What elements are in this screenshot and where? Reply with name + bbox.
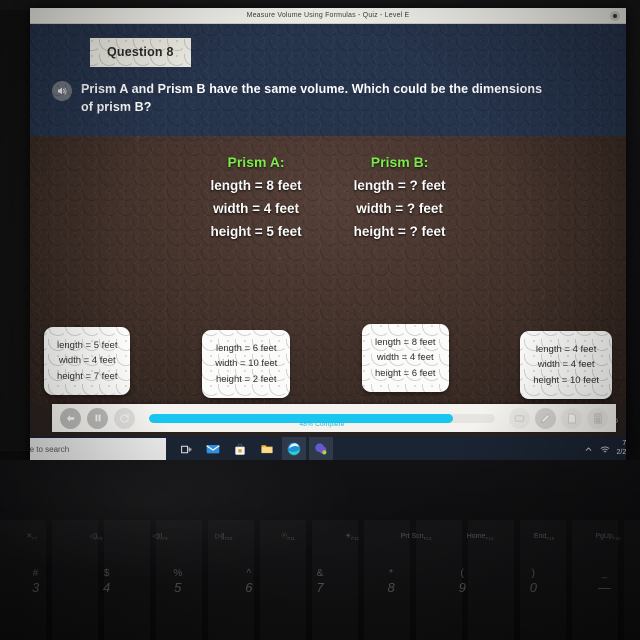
chevron-up-icon[interactable] (584, 445, 593, 454)
progress-bar: 48% Complete (149, 413, 495, 428)
prism-a-title: Prism A: (227, 154, 285, 170)
back-arrow-icon[interactable] (60, 407, 81, 429)
quiz-stage: Question 8 Prism A and Prism B have the … (30, 24, 626, 425)
file-explorer-icon[interactable] (255, 437, 279, 460)
question-number-tab: Question 8 (90, 38, 191, 67)
taskbar-clock[interactable]: 7:59 2/26/2 (617, 440, 626, 458)
wifi-icon[interactable] (599, 444, 611, 455)
answer-4-width: width = 4 feet (537, 359, 595, 371)
prism-a-block: Prism A: length = 8 feet width = 4 feet … (210, 154, 301, 244)
answer-4-length: length = 4 feet (535, 344, 597, 355)
answer-4-height: height = 10 feet (533, 374, 599, 386)
number-key: (9 (458, 568, 466, 595)
answer-2-width: width = 10 feet (215, 358, 278, 370)
answer-1-width: width = 4 feet (58, 355, 116, 367)
answer-option-4[interactable]: length = 4 feet width = 4 feet height = … (520, 331, 612, 400)
function-key: Prt ScnF13 (400, 533, 432, 542)
answer-option-2[interactable]: length = 6 feet width = 10 feet height =… (202, 330, 291, 399)
prism-b-height: height = ? feet (353, 224, 446, 240)
keyboard-number-row: #3 $4 % 5 ^ 6 & 7 * 8 (9 ) 0 _ — (0, 568, 640, 597)
store-icon[interactable] (228, 437, 252, 460)
calculator-icon[interactable] (587, 407, 608, 429)
prism-a-height: height = 5 feet (210, 224, 302, 240)
number-key: #3 (31, 568, 40, 595)
function-key: ✕F7 (26, 533, 38, 542)
number-key: _ — (597, 568, 611, 595)
prism-b-length: length = ? feet (353, 178, 446, 193)
toolbar-left-controls (60, 407, 135, 429)
number-key: ) 0 (529, 568, 537, 595)
eraser-icon[interactable] (509, 407, 530, 429)
speaker-icon[interactable] (52, 81, 72, 101)
system-tray: 7:59 2/26/2 (584, 440, 626, 458)
number-key: ^ 6 (245, 568, 253, 595)
windows-taskbar: here to search (30, 436, 626, 460)
prism-b-width: width = ? feet (356, 201, 443, 217)
answer-option-1[interactable]: length = 5 feet width = 4 feet height = … (44, 327, 131, 396)
clock-time: 7:59 (622, 440, 626, 448)
function-key: ☉F11 (281, 533, 295, 542)
function-key: ◁))F9 (152, 533, 168, 542)
toolbar-tools (509, 407, 608, 429)
close-icon[interactable] (610, 11, 620, 21)
app-icon[interactable] (309, 437, 333, 460)
answer-3-length: length = 8 feet (375, 337, 436, 348)
prism-givens: Prism A: length = 8 feet width = 4 feet … (30, 154, 626, 244)
number-key: $4 (103, 568, 111, 595)
function-key: ☀F12 (344, 533, 360, 542)
prism-a-length: length = 8 feet (210, 178, 302, 193)
laptop-bezel-left (0, 10, 32, 450)
function-key: HomeF14 (466, 533, 494, 542)
laptop-photo: Measure Volume Using Formulas - Quiz - L… (0, 0, 640, 640)
search-placeholder: here to search (30, 444, 70, 454)
replay-icon[interactable] (114, 407, 135, 429)
prism-b-title: Prism B: (370, 154, 429, 170)
progress-label: 48% Complete (299, 420, 345, 428)
number-key: & 7 (316, 568, 324, 595)
answer-3-width: width = 4 feet (376, 352, 434, 364)
laptop-screen: Measure Volume Using Formulas - Quiz - L… (30, 8, 626, 460)
clock-date: 2/26/2 (616, 449, 626, 456)
answer-3-height: height = 6 feet (375, 367, 436, 379)
search-input[interactable]: here to search (30, 438, 166, 460)
answer-option-3[interactable]: length = 8 feet width = 4 feet height = … (362, 324, 449, 393)
pause-icon[interactable] (87, 407, 108, 429)
prism-b-block: Prism B: length = ? feet width = ? feet … (354, 154, 446, 244)
question-row: Prism A and Prism B have the same volume… (52, 80, 556, 116)
function-key: ▷||F10 (215, 533, 233, 542)
question-panel: Question 8 Prism A and Prism B have the … (30, 24, 626, 136)
edge-browser-icon[interactable] (282, 437, 306, 460)
window-title: Measure Volume Using Formulas - Quiz - L… (246, 12, 410, 19)
mail-icon[interactable] (201, 437, 225, 460)
number-key: % 5 (173, 568, 183, 595)
answer-1-height: height = 7 feet (57, 370, 118, 382)
function-key: ◁)F8 (89, 533, 103, 542)
taskbar-apps (174, 437, 333, 460)
answer-1-length: length = 5 feet (57, 340, 118, 351)
task-view-icon[interactable] (174, 437, 198, 460)
pencil-icon[interactable] (535, 407, 556, 429)
function-key: EndF15 (533, 533, 555, 542)
notepad-icon[interactable] (561, 407, 582, 429)
number-key: * 8 (387, 568, 395, 595)
answer-2-height: height = 2 feet (216, 373, 277, 385)
laptop-keyboard: ✕F7 ◁)F8 ◁))F9 ▷||F10 ☉F11 ☀F12 Prt ScnF13 Home… (0, 460, 640, 640)
prism-a-width: width = 4 feet (213, 201, 299, 217)
keyboard-glow (0, 460, 360, 580)
window-titlebar: Measure Volume Using Formulas - Quiz - L… (30, 8, 626, 24)
answer-2-length: length = 6 feet (216, 343, 277, 354)
function-key: PgUpF16 (595, 533, 621, 542)
keyboard-function-row: ✕F7 ◁)F8 ◁))F9 ▷||F10 ☉F11 ☀F12 Prt ScnF13 Home… (0, 532, 640, 541)
question-text: Prism A and Prism B have the same volume… (81, 82, 543, 115)
quiz-toolbar: 48% Complete (52, 404, 616, 432)
answer-choices: length = 5 feet width = 4 feet height = … (44, 321, 612, 400)
